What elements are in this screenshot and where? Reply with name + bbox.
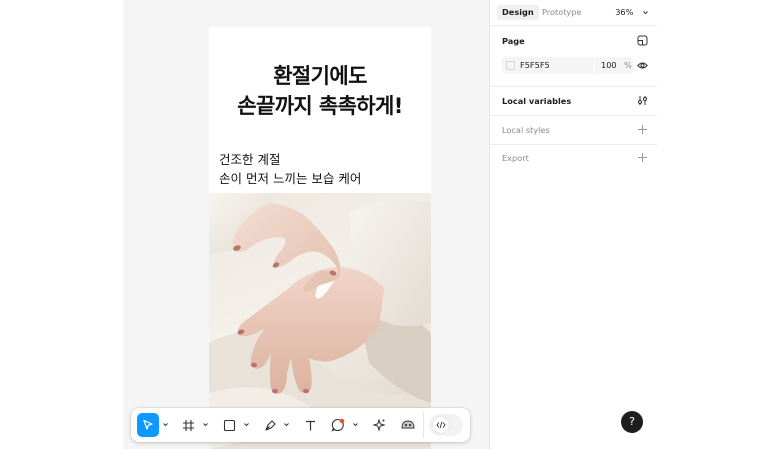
text-icon <box>305 420 315 430</box>
field-separator <box>594 57 595 74</box>
ui-kit-icon <box>401 420 415 429</box>
rectangle-tool-button[interactable] <box>219 413 239 437</box>
chevron-down-icon[interactable] <box>352 421 359 428</box>
subtext-line-2: 손이 먼저 느끼는 보습 케어 <box>219 171 362 186</box>
opacity-unit: % <box>624 60 632 70</box>
frame-headline: 환절기에도 손끝까지 촉촉하게! <box>209 61 431 121</box>
page-styles-icon[interactable] <box>637 35 648 46</box>
color-swatch[interactable] <box>506 61 515 70</box>
page-section: Page F5F5F5 100 % <box>490 26 657 87</box>
local-styles-section[interactable]: Local styles <box>490 116 657 145</box>
frame-icon <box>182 419 194 431</box>
variables-icon[interactable] <box>637 95 648 106</box>
actions-icon <box>372 418 386 432</box>
rectangle-icon <box>223 419 235 431</box>
dev-mode-toggle[interactable] <box>429 414 463 436</box>
ui3-tool-button[interactable] <box>397 413 419 437</box>
plus-icon[interactable] <box>637 152 648 163</box>
export-title: Export <box>502 153 529 163</box>
zoom-dropdown[interactable]: 36% <box>615 5 649 20</box>
properties-panel: Design Prototype 36% Page F5F5F5 100 % L… <box>489 0 657 449</box>
text-tool-button[interactable] <box>300 413 320 437</box>
move-tool-button[interactable] <box>137 413 159 437</box>
local-variables-title: Local variables <box>502 96 572 106</box>
actions-tool-button[interactable] <box>369 413 389 437</box>
chevron-down-icon <box>643 11 648 15</box>
frame-subtext: 건조한 계절 손이 먼저 느끼는 보습 케어 <box>219 150 361 188</box>
plus-icon[interactable] <box>637 124 648 135</box>
headline-line-1: 환절기에도 <box>273 64 367 88</box>
toolbar-divider <box>423 412 424 438</box>
comment-icon <box>331 418 345 432</box>
subtext-line-1: 건조한 계절 <box>219 152 281 167</box>
eye-icon[interactable] <box>637 60 648 71</box>
tab-prototype[interactable]: Prototype <box>537 5 587 20</box>
headline-line-2: 손끝까지 촉촉하게! <box>237 94 403 118</box>
chevron-down-icon[interactable] <box>162 421 169 428</box>
page-opacity[interactable]: 100 <box>601 57 617 74</box>
bottom-toolbar <box>131 408 470 442</box>
chevron-down-icon[interactable] <box>283 421 290 428</box>
dev-mode-icon <box>436 421 446 429</box>
design-frame[interactable]: 환절기에도 손끝까지 촉촉하게! 건조한 계절 손이 먼저 느끼는 보습 케어 <box>209 27 431 449</box>
dev-mode-knob <box>433 417 449 433</box>
comment-tool-button[interactable] <box>328 413 348 437</box>
zoom-level: 36% <box>615 7 634 17</box>
page-color-hex[interactable]: F5F5F5 <box>520 57 550 74</box>
tab-design[interactable]: Design <box>497 5 539 20</box>
pen-tool-button[interactable] <box>260 413 280 437</box>
help-button[interactable]: ? <box>621 411 643 433</box>
canvas[interactable]: 환절기에도 손끝까지 촉촉하게! 건조한 계절 손이 먼저 느끼는 보습 케어 <box>123 0 489 449</box>
frame-tool-button[interactable] <box>178 413 198 437</box>
chevron-down-icon[interactable] <box>202 421 209 428</box>
panel-tabs: Design Prototype 36% <box>490 0 657 26</box>
local-variables-section[interactable]: Local variables <box>490 87 657 116</box>
export-section[interactable]: Export <box>490 145 657 173</box>
move-icon <box>143 419 153 430</box>
local-styles-title: Local styles <box>502 125 550 135</box>
page-color-field[interactable]: F5F5F5 100 % <box>502 57 633 74</box>
chevron-down-icon[interactable] <box>243 421 250 428</box>
page-section-title: Page <box>502 36 525 46</box>
pen-icon <box>264 419 276 431</box>
